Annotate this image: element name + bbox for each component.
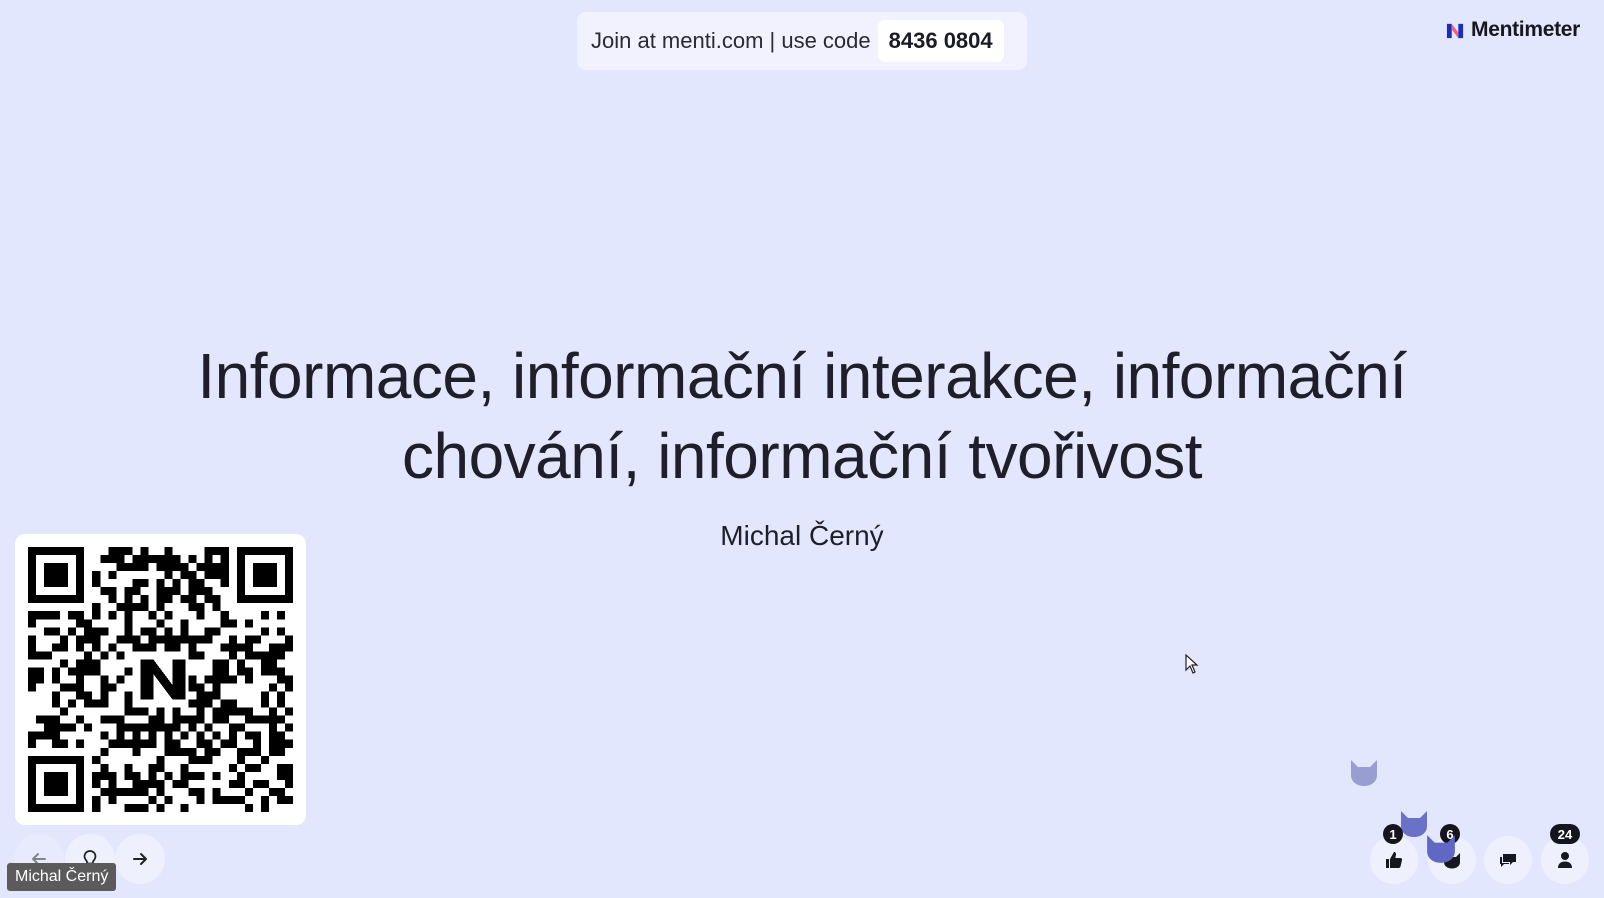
next-slide-button[interactable] <box>115 834 165 884</box>
brand-name: Mentimeter <box>1471 18 1581 41</box>
floating-cat-reaction-icon <box>1427 835 1455 863</box>
qa-button[interactable] <box>1484 836 1532 884</box>
slide-title: Informace, informační interakce, informa… <box>197 340 1407 492</box>
like-count-badge: 1 <box>1383 824 1403 844</box>
join-banner: Join at menti.com | use code 8436 0804 <box>577 12 1027 70</box>
floating-cat-reaction-icon <box>1351 760 1377 786</box>
presentation-stage: Join at menti.com | use code 8436 0804 M… <box>0 0 1604 898</box>
mentimeter-logo: Mentimeter <box>1446 18 1580 42</box>
presenter-name-tag: Michal Černý <box>7 863 117 891</box>
join-code: 8436 0804 <box>877 20 1004 62</box>
join-instructions: Join at menti.com | use code <box>591 28 871 53</box>
thumbs-up-icon <box>1386 852 1403 868</box>
chat-bubbles-icon <box>1500 854 1516 867</box>
qr-code-card <box>15 534 306 825</box>
qr-center-logo <box>132 651 189 708</box>
mentimeter-logo-icon <box>1446 23 1464 38</box>
participant-count-badge: 24 <box>1550 824 1580 844</box>
mouse-cursor-icon <box>1185 654 1199 674</box>
arrow-right-icon <box>133 853 147 865</box>
person-icon <box>1558 852 1572 868</box>
qr-code <box>28 547 293 812</box>
